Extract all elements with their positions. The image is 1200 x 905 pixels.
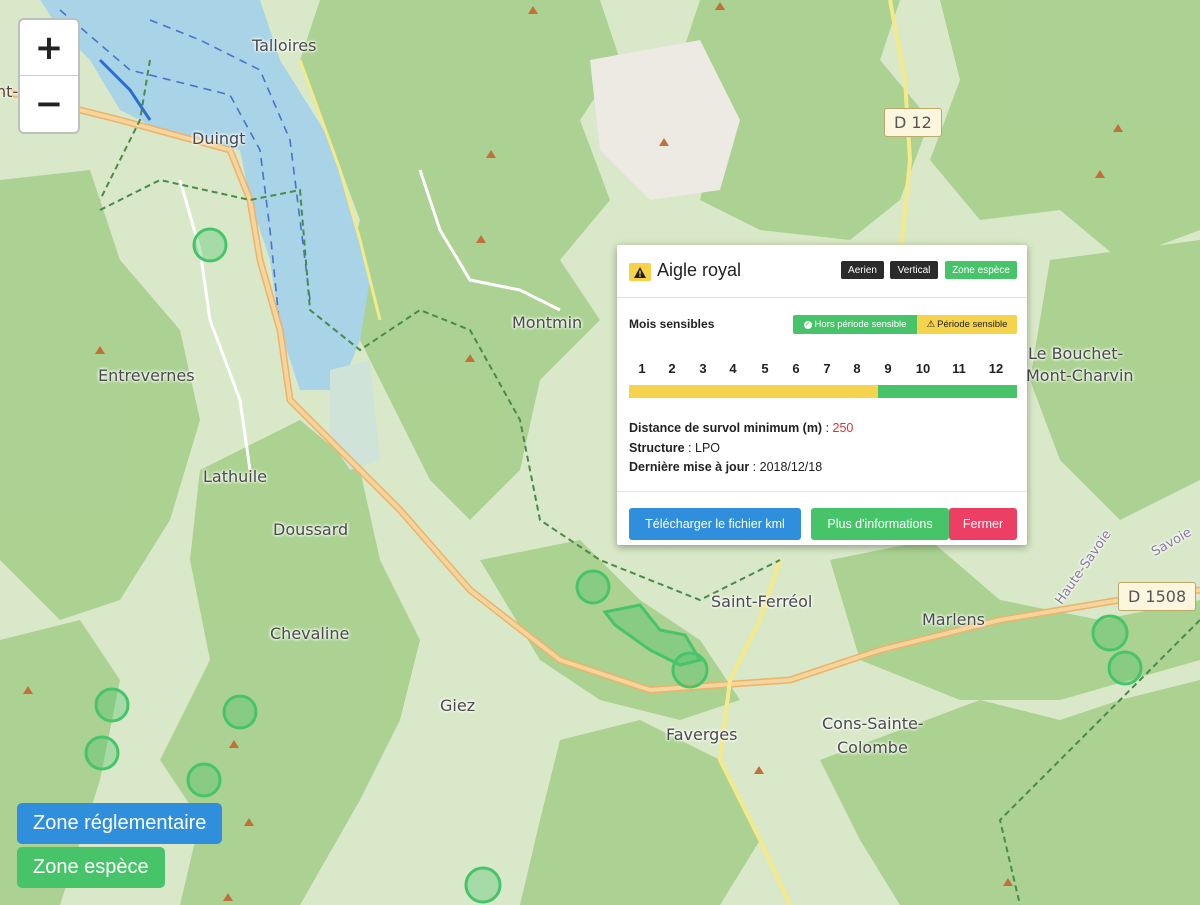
species-popup: Aigle royal Aerien Vertical Zone espèce … bbox=[617, 245, 1027, 545]
distance-info: Distance de survol minimum (m) : 250 bbox=[629, 421, 854, 435]
month-label: 6 bbox=[792, 361, 800, 376]
legend-non-sensitive-text: Hors période sensible bbox=[814, 319, 907, 330]
species-zone[interactable] bbox=[464, 866, 502, 904]
month-label: 5 bbox=[761, 361, 769, 376]
popup-footer-divider bbox=[617, 491, 1027, 492]
update-label: Dernière mise à jour bbox=[629, 460, 750, 474]
month-label: 4 bbox=[729, 361, 737, 376]
place-label-duingt: Duingt bbox=[192, 129, 246, 148]
month-label: 3 bbox=[699, 361, 707, 376]
zoom-control: + − bbox=[18, 18, 80, 134]
month-label: 12 bbox=[988, 361, 1004, 376]
tag-zone-espece: Zone espèce bbox=[945, 261, 1017, 279]
species-zone[interactable] bbox=[94, 687, 130, 723]
place-label-entrevernes: Entrevernes bbox=[98, 366, 195, 385]
place-label-chevaline: Chevaline bbox=[270, 624, 350, 643]
month-label: 10 bbox=[915, 361, 931, 376]
structure-info: Structure : LPO bbox=[629, 441, 721, 455]
legend-sensitive: ⚠ Période sensible bbox=[917, 315, 1017, 334]
place-label-marlens: Marlens bbox=[922, 610, 985, 629]
warning-icon bbox=[629, 263, 651, 281]
check-circle-icon: ✓ bbox=[803, 320, 812, 329]
legend-zone-espece-button[interactable]: Zone espèce bbox=[17, 847, 165, 888]
structure-label: Structure bbox=[629, 441, 685, 455]
species-zone[interactable] bbox=[1091, 614, 1129, 652]
structure-value: LPO bbox=[695, 441, 721, 455]
close-button[interactable]: Fermer bbox=[949, 508, 1017, 540]
place-label-montmin: Montmin bbox=[512, 313, 583, 332]
tag-vertical: Vertical bbox=[890, 261, 938, 279]
place-label-saint-ferreol: Saint-Ferréol bbox=[711, 592, 813, 611]
distance-label: Distance de survol minimum (m) bbox=[629, 421, 823, 435]
tag-aerien: Aerien bbox=[841, 261, 884, 279]
species-zone[interactable] bbox=[222, 694, 258, 730]
road-shield-d12: D 12 bbox=[884, 108, 942, 137]
sensitive-months-label: Mois sensibles bbox=[629, 317, 715, 331]
zoom-in-button[interactable]: + bbox=[20, 20, 78, 76]
distance-value: 250 bbox=[832, 421, 854, 435]
place-label-talloires: Talloires bbox=[252, 36, 317, 55]
legend-zone-reglementaire-button[interactable]: Zone réglementaire bbox=[17, 803, 223, 844]
road-shield-d1508: D 1508 bbox=[1118, 582, 1197, 611]
month-label: 2 bbox=[668, 361, 676, 376]
popup-title: Aigle royal bbox=[657, 260, 742, 280]
place-label-giez: Giez bbox=[440, 696, 476, 715]
month-label: 9 bbox=[884, 361, 892, 376]
species-zone[interactable] bbox=[1107, 650, 1143, 686]
sensitive-period-bar bbox=[629, 385, 878, 398]
species-zone[interactable] bbox=[186, 762, 222, 798]
place-label-faverges: Faverges bbox=[666, 725, 738, 744]
place-label-le-bouchet: Le Bouchet- bbox=[1028, 344, 1124, 363]
month-label: 1 bbox=[638, 361, 646, 376]
place-label-lathuile: Lathuile bbox=[203, 467, 268, 486]
more-info-button[interactable]: Plus d'informations bbox=[811, 508, 949, 540]
species-zone[interactable] bbox=[84, 735, 120, 771]
update-value: 2018/12/18 bbox=[759, 460, 823, 474]
month-label: 11 bbox=[952, 361, 966, 376]
month-label: 8 bbox=[853, 361, 861, 376]
place-label-mont-charvin: Mont-Charvin bbox=[1026, 366, 1134, 385]
zoom-out-button[interactable]: − bbox=[20, 76, 78, 131]
place-label-cons-sainte: Cons-Sainte- bbox=[822, 714, 924, 733]
species-zone[interactable] bbox=[192, 227, 228, 263]
legend-non-sensitive: ✓ Hors période sensible bbox=[793, 315, 917, 334]
popup-header: Aigle royal Aerien Vertical Zone espèce bbox=[617, 245, 1027, 298]
species-zone[interactable] bbox=[575, 569, 611, 605]
place-label-doussard: Doussard bbox=[273, 520, 349, 539]
place-label-colombe: Colombe bbox=[837, 738, 908, 757]
update-info: Dernière mise à jour : 2018/12/18 bbox=[629, 460, 823, 474]
month-label: 7 bbox=[823, 361, 831, 376]
download-kml-button[interactable]: Télécharger le fichier kml bbox=[629, 508, 801, 540]
warning-small-icon: ⚠ bbox=[926, 319, 936, 330]
legend-sensitive-text: Période sensible bbox=[937, 319, 1008, 330]
non-sensitive-period-bar bbox=[877, 385, 1017, 398]
